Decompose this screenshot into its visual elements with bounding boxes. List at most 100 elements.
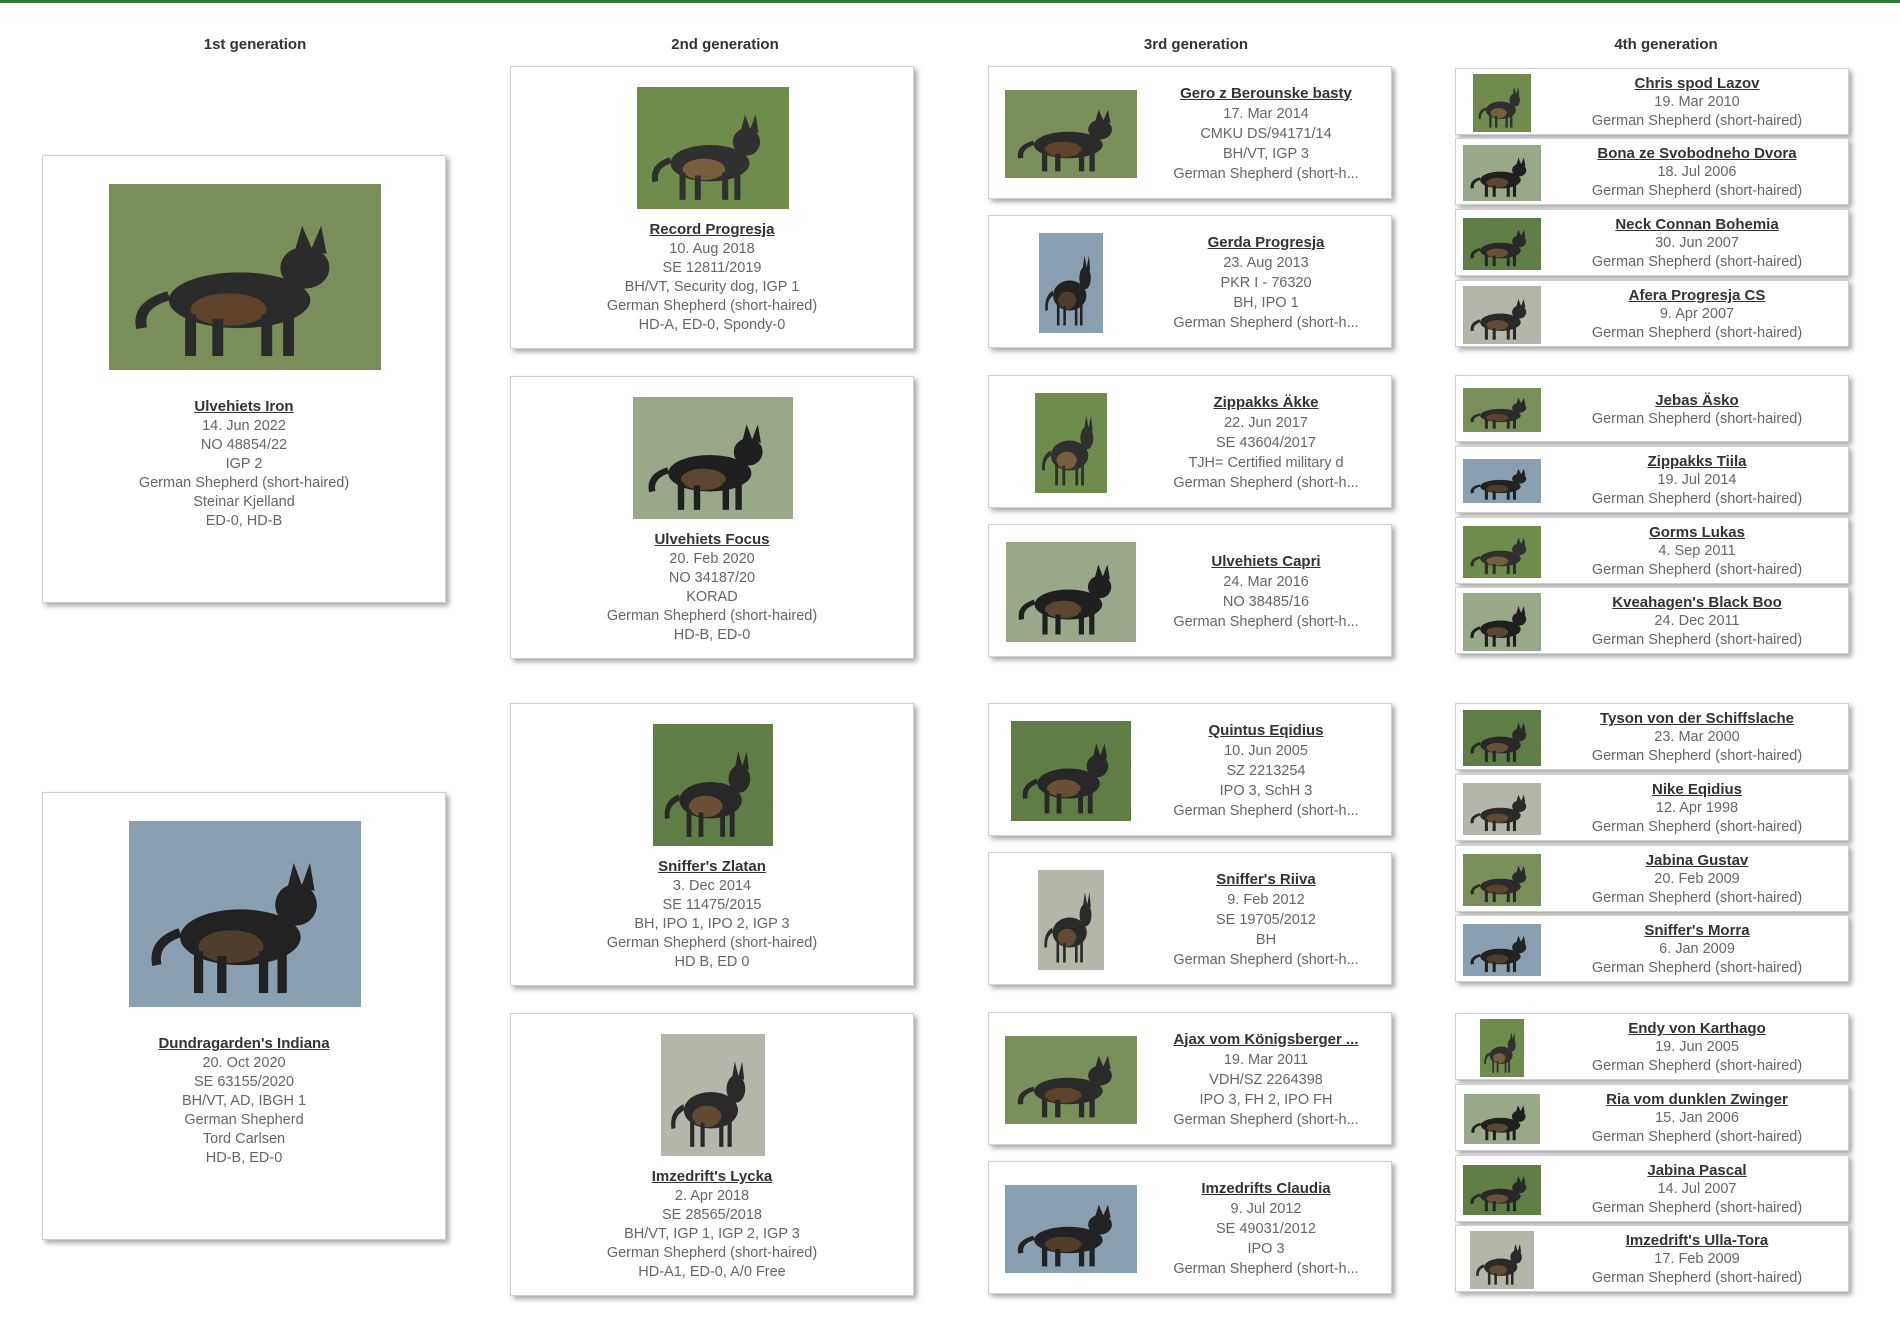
dog-name-link[interactable]: Endy von Karthago <box>1552 1019 1842 1038</box>
dog-photo[interactable] <box>1039 232 1103 333</box>
dog-card[interactable]: Gerda Progresja 23. Aug 2013 PKR I - 76320… <box>988 215 1392 348</box>
dog-card[interactable]: Bona ze Svobodneho Dvora 18. Jul 2006 Germ… <box>1455 138 1849 205</box>
dog-photo[interactable] <box>1473 73 1531 132</box>
dog-photo[interactable] <box>1463 923 1541 976</box>
dog-card[interactable]: Record Progresja 10. Aug 2018 SE 12811/201… <box>510 66 914 349</box>
dog-name-link[interactable]: Gorms Lukas <box>1552 523 1842 542</box>
dog-name-link[interactable]: Dundragarden's Indiana <box>43 1035 445 1052</box>
dog-card[interactable]: Gero z Berounske basty 17. Mar 2014 CMKU D… <box>988 66 1392 199</box>
dog-name-link[interactable]: Chris spod Lazov <box>1552 74 1842 93</box>
dog-name-link[interactable]: Sniffer's Morra <box>1552 921 1842 940</box>
dog-card[interactable]: Imzedrifts Claudia 9. Jul 2012 SE 49031/20… <box>988 1161 1392 1294</box>
dog-name-link[interactable]: Imzedrift's Lycka <box>511 1168 913 1185</box>
dog-photo[interactable] <box>1463 217 1541 270</box>
dog-photo[interactable] <box>1464 1093 1540 1144</box>
dog-name-link[interactable]: Sniffer's Riiva <box>1147 870 1385 890</box>
dog-photo[interactable] <box>1470 1230 1534 1289</box>
dog-name-link[interactable]: Bona ze Svobodneho Dvora <box>1552 144 1842 163</box>
dog-card[interactable]: Sniffer's Zlatan 3. Dec 2014 SE 11475/2015… <box>510 703 914 986</box>
dog-photo[interactable] <box>109 184 381 370</box>
dog-info-line: HD-B, ED-0 <box>673 627 751 643</box>
dog-photo[interactable] <box>129 821 361 1007</box>
dog-photo[interactable] <box>1463 709 1541 766</box>
dog-photo[interactable] <box>1035 392 1107 493</box>
dog-card[interactable]: Neck Connan Bohemia 30. Jun 2007 German Sh… <box>1455 209 1849 276</box>
dog-photo[interactable] <box>1463 387 1541 432</box>
dog-photo[interactable] <box>1038 869 1104 970</box>
dog-card[interactable]: Ria vom dunklen Zwinger 15. Jan 2006 Germa… <box>1455 1084 1849 1151</box>
dog-card[interactable]: Ulvehiets Iron 14. Jun 2022 NO 48854/22 IGP… <box>42 155 446 603</box>
dog-photo[interactable] <box>1463 525 1541 578</box>
dog-card[interactable]: Endy von Karthago 19. Jun 2005 German Shep… <box>1455 1013 1849 1080</box>
dog-name-link[interactable]: Jabina Pascal <box>1552 1161 1842 1180</box>
dog-name-link[interactable]: Ulvehiets Iron <box>43 398 445 415</box>
dog-name-link[interactable]: Gerda Progresja <box>1147 233 1385 253</box>
dog-name-link[interactable]: Zippakks Tiila <box>1552 452 1842 471</box>
dog-name-link[interactable]: Zippakks Äkke <box>1147 393 1385 413</box>
dog-card[interactable]: Ulvehiets Capri 24. Mar 2016 NO 38485/16 Ge… <box>988 524 1392 657</box>
dog-info: Jebas Äsko German Shepherd (short-haired) <box>1552 391 1842 429</box>
dog-photo[interactable] <box>1463 592 1541 651</box>
dog-info-line: BH/VT, AD, IBGH 1 <box>181 1093 307 1109</box>
dog-photo[interactable] <box>1463 285 1541 344</box>
dog-name-link[interactable]: Ulvehiets Focus <box>511 531 913 548</box>
dog-card[interactable]: Nike Eqidius 12. Apr 1998 German Shepherd … <box>1455 774 1849 841</box>
dog-card[interactable]: Ajax vom Königsberger ... 19. Mar 2011 VDH… <box>988 1012 1392 1145</box>
dog-photo[interactable] <box>661 1034 765 1156</box>
dog-photo[interactable] <box>653 724 773 846</box>
dog-card[interactable]: Afera Progresja CS 9. Apr 2007 German Shep… <box>1455 280 1849 347</box>
dog-name-link[interactable]: Imzedrift's Ulla-Tora <box>1552 1231 1842 1250</box>
dog-name-link[interactable]: Tyson von der Schiffslache <box>1552 709 1842 728</box>
dog-photo[interactable] <box>1480 1018 1524 1077</box>
dog-card[interactable]: Gorms Lukas 4. Sep 2011 German Shepherd (s… <box>1455 517 1849 584</box>
generation-header: 2nd generation <box>671 36 779 53</box>
dog-card[interactable]: Kveahagen's Black Boo 24. Dec 2011 German … <box>1455 587 1849 654</box>
dog-card[interactable]: Jabina Gustav 20. Feb 2009 German Shepherd… <box>1455 845 1849 912</box>
dog-name-link[interactable]: Kveahagen's Black Boo <box>1552 593 1842 612</box>
dog-name-link[interactable]: Jebas Äsko <box>1552 391 1842 410</box>
dog-name-link[interactable]: Jabina Gustav <box>1552 851 1842 870</box>
dog-photo[interactable] <box>1463 144 1541 201</box>
dog-info-line: German Shepherd (short-h... <box>1173 314 1359 331</box>
dog-photo[interactable] <box>1011 720 1131 821</box>
dog-name-link[interactable]: Ria vom dunklen Zwinger <box>1552 1090 1842 1109</box>
dog-photo[interactable] <box>1463 1164 1541 1215</box>
dog-name-link[interactable]: Imzedrifts Claudia <box>1147 1179 1385 1199</box>
dog-card[interactable]: Ulvehiets Focus 20. Feb 2020 NO 34187/20 KO… <box>510 376 914 659</box>
dog-card[interactable]: Sniffer's Riiva 9. Feb 2012 SE 19705/2012 B… <box>988 852 1392 985</box>
dog-card[interactable]: Imzedrift's Ulla-Tora 17. Feb 2009 German … <box>1455 1225 1849 1292</box>
dog-name-link[interactable]: Gero z Berounske basty <box>1147 84 1385 104</box>
dog-card[interactable]: Jabina Pascal 14. Jul 2007 German Shepherd… <box>1455 1155 1849 1222</box>
dog-name-link[interactable]: Sniffer's Zlatan <box>511 858 913 875</box>
dog-name-link[interactable]: Ajax vom Königsberger ... <box>1147 1030 1385 1050</box>
dog-name-link[interactable]: Quintus Eqidius <box>1147 721 1385 741</box>
dog-card[interactable]: Imzedrift's Lycka 2. Apr 2018 SE 28565/201… <box>510 1013 914 1296</box>
dog-info-line: SZ 2213254 <box>1226 762 1306 779</box>
dog-card[interactable]: Zippakks Äkke 22. Jun 2017 SE 43604/2017 TJ… <box>988 375 1392 508</box>
dog-card[interactable]: Dundragarden's Indiana 20. Oct 2020 SE 631… <box>42 792 446 1240</box>
dog-photo[interactable] <box>1463 853 1541 906</box>
dog-photo[interactable] <box>1463 782 1541 835</box>
dog-info-line: Tord Carlsen <box>202 1131 286 1147</box>
dog-name-link[interactable]: Nike Eqidius <box>1552 780 1842 799</box>
dog-name-link[interactable]: Afera Progresja CS <box>1552 286 1842 305</box>
dog-card[interactable]: Quintus Eqidius 10. Jun 2005 SZ 2213254 IPO… <box>988 703 1392 836</box>
dog-photo[interactable] <box>637 87 789 209</box>
dog-name-link[interactable]: Ulvehiets Capri <box>1147 552 1385 572</box>
dog-card[interactable]: Tyson von der Schiffslache 23. Mar 2000 Ge… <box>1455 703 1849 770</box>
dog-photo[interactable] <box>633 397 793 519</box>
dog-name-link[interactable]: Record Progresja <box>511 221 913 238</box>
dog-photo[interactable] <box>1463 458 1541 503</box>
dog-info-line: BH/VT, Security dog, IGP 1 <box>624 279 800 295</box>
dog-info-line: German Shepherd (short-haired) <box>606 935 818 951</box>
dog-name-link[interactable]: Neck Connan Bohemia <box>1552 215 1842 234</box>
dog-card[interactable]: Sniffer's Morra 6. Jan 2009 German Shepher… <box>1455 915 1849 982</box>
dog-card[interactable]: Chris spod Lazov 19. Mar 2010 German Sheph… <box>1455 68 1849 135</box>
dog-card[interactable]: Jebas Äsko German Shepherd (short-haired) <box>1455 375 1849 442</box>
dog-info-line: BH <box>1255 931 1277 948</box>
dog-photo[interactable] <box>1005 89 1137 178</box>
dog-card[interactable]: Zippakks Tiila 19. Jul 2014 German Shepher… <box>1455 446 1849 513</box>
dog-photo[interactable] <box>1006 541 1136 642</box>
dog-photo[interactable] <box>1005 1035 1137 1124</box>
dog-photo[interactable] <box>1005 1184 1137 1273</box>
